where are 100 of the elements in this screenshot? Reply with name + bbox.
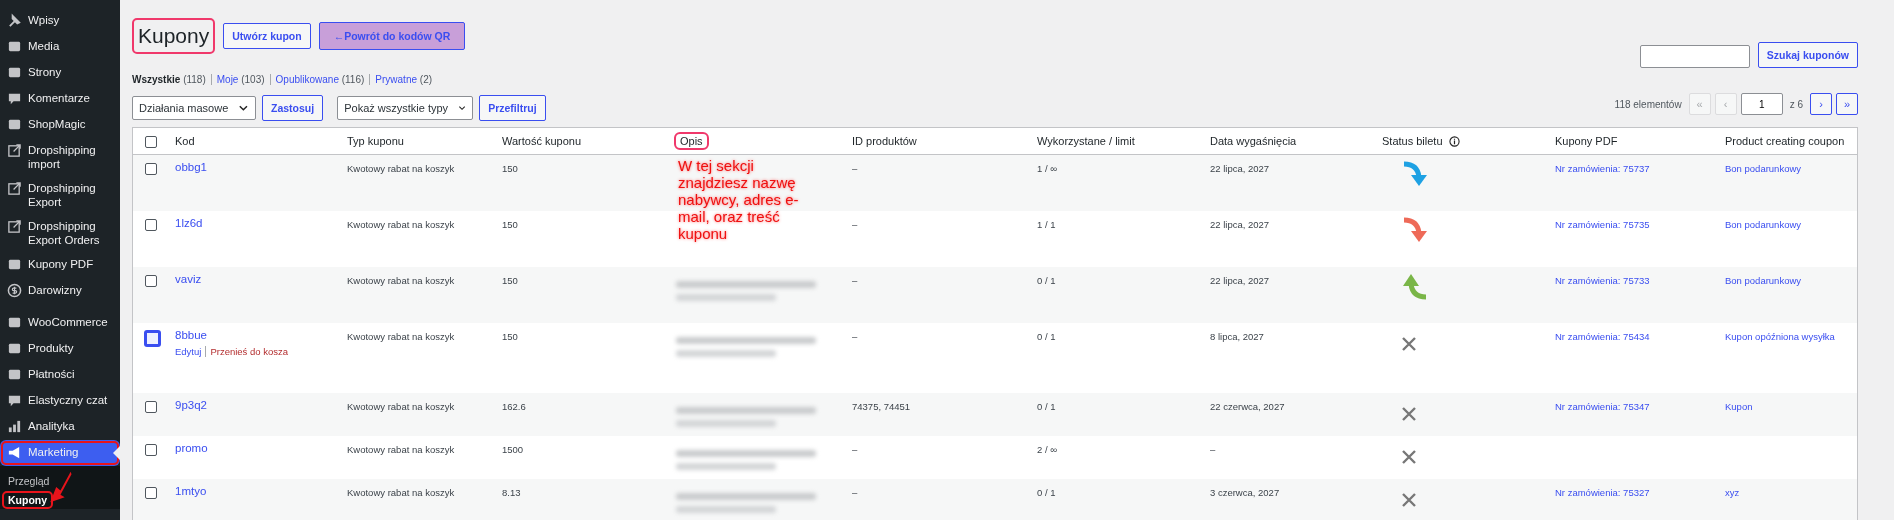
menu-item[interactable]: WooCommerce <box>0 310 120 336</box>
menu-item[interactable]: Komentarze <box>0 86 120 112</box>
table-cell: 162.6 <box>502 401 526 412</box>
table-cell: 74375, 74451 <box>852 401 911 412</box>
coupon-code-link[interactable]: vaviz <box>175 273 202 285</box>
bulk-actions-select[interactable]: Działania masowe <box>132 96 256 120</box>
menu-item[interactable]: Wpisy <box>0 8 120 34</box>
row-action-link[interactable]: Edytuj <box>175 346 206 357</box>
menu-item[interactable]: Dropshipping import <box>0 138 120 176</box>
row-checkbox[interactable] <box>145 401 157 413</box>
page-number-field[interactable]: 1 <box>1740 93 1783 115</box>
menu-item[interactable]: ShopMagic <box>0 112 120 138</box>
apply-button[interactable]: Zastosuj <box>262 95 324 121</box>
column-header: Wartość kuponu <box>502 135 582 147</box>
coupon-code-link[interactable]: obbg1 <box>175 161 207 173</box>
product-link[interactable]: Kupon <box>1725 401 1753 412</box>
menu-item[interactable]: Produkty <box>0 336 120 362</box>
menu-item[interactable]: Dropshipping Export <box>0 176 120 214</box>
menu-item[interactable]: Marketing <box>0 440 120 466</box>
table-cell: 8.13 <box>502 487 521 498</box>
menu-icon <box>7 13 22 28</box>
column-header: Typ kuponu <box>347 135 404 147</box>
order-link[interactable]: Nr zamówienia: 75327 <box>1555 487 1650 498</box>
column-header: Kupony PDF <box>1555 135 1618 147</box>
row-checkbox[interactable] <box>145 219 157 231</box>
table-cell: 0 / 1 <box>1037 275 1056 286</box>
coupon-code-link[interactable]: promo <box>175 442 208 454</box>
product-link[interactable]: Bon podarunkowy <box>1725 275 1802 286</box>
menu-item[interactable]: Dropshipping Export Orders <box>0 214 120 252</box>
table-cell: 150 <box>502 331 518 342</box>
type-filter-select[interactable]: Pokaż wszystkie typy <box>337 96 474 120</box>
menu-item[interactable]: Kupony PDF <box>0 252 120 278</box>
menu-icon <box>7 393 22 408</box>
menu-icon <box>7 117 22 132</box>
menu-icon <box>7 257 22 272</box>
menu-icon <box>7 283 22 298</box>
table-cell: – <box>1210 444 1216 455</box>
table-cell: Kwotowy rabat na koszyk <box>347 401 455 412</box>
page-total: z 6 <box>1789 98 1803 110</box>
menu-item[interactable]: Strony <box>0 60 120 86</box>
row-checkbox[interactable] <box>145 275 157 287</box>
last-page-button[interactable]: » <box>1836 93 1858 115</box>
menu-icon <box>7 419 22 434</box>
table-cell: Kwotowy rabat na koszyk <box>347 331 455 342</box>
order-link[interactable]: Nr zamówienia: 75737 <box>1555 163 1650 174</box>
table-cell: – <box>852 219 858 230</box>
select-all-checkbox[interactable] <box>145 136 157 148</box>
row-checkbox[interactable] <box>145 163 157 175</box>
menu-item[interactable]: Analityka <box>0 414 120 440</box>
item-count: 118 elementów <box>1614 98 1682 110</box>
menu-item[interactable]: Płatności <box>0 362 120 388</box>
table-cell: 22 lipca, 2027 <box>1210 275 1270 286</box>
table-cell: 22 czerwca, 2027 <box>1210 401 1285 412</box>
submenu-item[interactable]: Przegląd <box>0 472 58 490</box>
coupon-code-link[interactable]: 8bbue <box>175 329 207 341</box>
header-button[interactable]: Utwórz kupon <box>223 23 311 49</box>
filter-button[interactable]: Przefiltruj <box>479 95 546 121</box>
info-icon[interactable] <box>1448 135 1460 147</box>
menu-item[interactable]: Elastyczny czat <box>0 388 120 414</box>
coupon-code-link[interactable]: 9p3q2 <box>175 399 207 411</box>
table-cell: 2 / ∞ <box>1037 444 1057 455</box>
order-link[interactable]: Nr zamówienia: 75733 <box>1555 275 1650 286</box>
row-checkbox[interactable] <box>145 331 160 346</box>
search-field[interactable] <box>1639 45 1750 68</box>
filter-link[interactable]: Prywatne (2) <box>369 74 438 85</box>
table-cell: 1 / 1 <box>1037 219 1056 230</box>
table-cell: – <box>852 275 858 286</box>
coupon-code-link[interactable]: 1lz6d <box>175 217 203 229</box>
table-cell: 1500 <box>502 444 524 455</box>
table-cell: 0 / 1 <box>1037 401 1056 412</box>
order-link[interactable]: Nr zamówienia: 75434 <box>1555 331 1650 342</box>
product-link[interactable]: xyz <box>1725 487 1740 498</box>
product-link[interactable]: Bon podarunkowy <box>1725 163 1802 174</box>
table-cell: 150 <box>502 275 518 286</box>
filter-link[interactable]: Wszystkie (118) <box>132 74 211 85</box>
column-header: Wykorzystane / limit <box>1037 135 1135 147</box>
next-page-button[interactable]: › <box>1810 93 1832 115</box>
row-checkbox[interactable] <box>145 487 157 499</box>
product-link[interactable]: Bon podarunkowy <box>1725 219 1802 230</box>
table-cell: 8 lipca, 2027 <box>1210 331 1264 342</box>
coupon-code-link[interactable]: 1mtyo <box>175 485 207 497</box>
column-header: Kod <box>175 135 195 147</box>
row-action-link[interactable]: Przenieś do kosza <box>205 346 293 357</box>
submenu-item[interactable]: Kupony <box>4 493 52 507</box>
table-cell: – <box>852 487 858 498</box>
menu-icon <box>7 39 22 54</box>
table-cell: – <box>852 444 858 455</box>
column-header: Product creating coupon <box>1725 135 1845 147</box>
menu-item[interactable]: Darowizny <box>0 278 120 304</box>
row-checkbox[interactable] <box>145 444 157 456</box>
menu-item[interactable]: Media <box>0 34 120 60</box>
search-button[interactable]: Szukaj kuponów <box>1757 42 1858 68</box>
order-link[interactable]: Nr zamówienia: 75735 <box>1555 219 1650 230</box>
order-link[interactable]: Nr zamówienia: 75347 <box>1555 401 1650 412</box>
table-cell: – <box>852 331 858 342</box>
product-link[interactable]: Kupon opóźniona wysyłka <box>1725 331 1835 342</box>
menu-icon <box>7 143 22 158</box>
filter-link[interactable]: Moje (103) <box>210 74 270 85</box>
filter-link[interactable]: Opublikowane (116) <box>269 74 370 85</box>
annotation-text: W tej sekcji znajdziesz nazwę nabywcy, adres e-mail, oraz treść kuponu <box>678 157 800 242</box>
